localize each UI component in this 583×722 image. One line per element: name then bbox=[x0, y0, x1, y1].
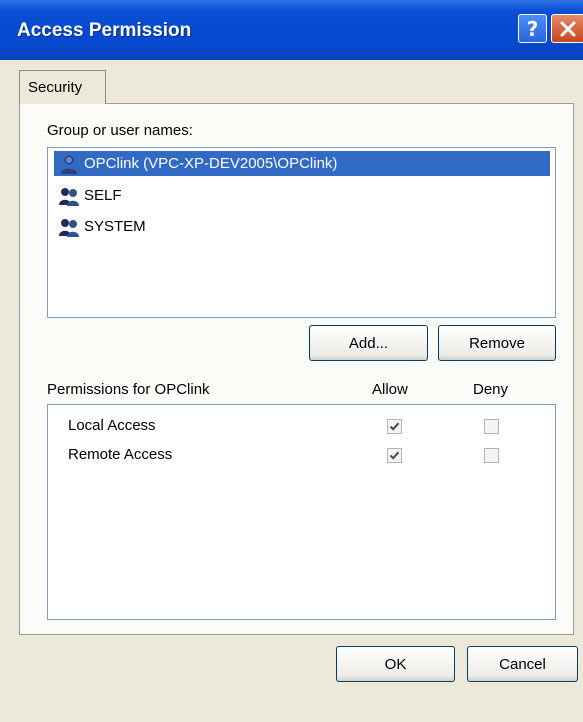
title-bar[interactable]: Access Permission ? bbox=[0, 0, 583, 60]
question-icon: ? bbox=[526, 16, 539, 41]
allow-header: Allow bbox=[372, 381, 408, 398]
local-access-deny-checkbox[interactable] bbox=[484, 419, 499, 434]
permissions-list[interactable]: Local Access Remote Access bbox=[47, 404, 556, 620]
list-item-self[interactable]: SELF bbox=[54, 183, 130, 208]
tab-security[interactable]: Security bbox=[19, 70, 106, 104]
close-icon bbox=[560, 21, 576, 36]
permission-name: Local Access bbox=[68, 417, 156, 434]
local-access-allow-checkbox[interactable] bbox=[387, 419, 402, 434]
list-item-opclink[interactable]: OPClink (VPC-XP-DEV2005\OPClink) bbox=[54, 151, 550, 176]
deny-header: Deny bbox=[473, 381, 509, 398]
ok-button[interactable]: OK bbox=[336, 646, 455, 682]
list-item-system[interactable]: SYSTEM bbox=[54, 214, 154, 239]
check-icon bbox=[389, 451, 400, 460]
remove-button[interactable]: Remove bbox=[438, 325, 556, 361]
permission-name: Remote Access bbox=[68, 446, 173, 463]
user-name: OPClink (VPC-XP-DEV2005\OPClink) bbox=[84, 155, 338, 172]
group-or-user-names-label: Group or user names: bbox=[47, 122, 193, 139]
add-button[interactable]: Add... bbox=[309, 325, 428, 361]
help-button[interactable]: ? bbox=[518, 14, 547, 43]
remote-access-allow-checkbox[interactable] bbox=[387, 448, 402, 463]
user-name: SYSTEM bbox=[84, 218, 146, 235]
group-users-icon bbox=[59, 218, 79, 237]
permissions-label: Permissions for OPClink bbox=[47, 381, 210, 398]
window-title: Access Permission bbox=[17, 20, 192, 41]
remote-access-deny-checkbox[interactable] bbox=[484, 448, 499, 463]
user-name: SELF bbox=[84, 187, 122, 204]
cancel-button[interactable]: Cancel bbox=[467, 646, 578, 682]
tab-label: Security bbox=[28, 79, 83, 96]
user-list[interactable]: OPClink (VPC-XP-DEV2005\OPClink) SELF SY… bbox=[47, 147, 556, 318]
check-icon bbox=[389, 422, 400, 431]
user-icon bbox=[61, 155, 77, 174]
group-users-icon bbox=[59, 187, 79, 206]
close-button[interactable] bbox=[551, 14, 583, 43]
